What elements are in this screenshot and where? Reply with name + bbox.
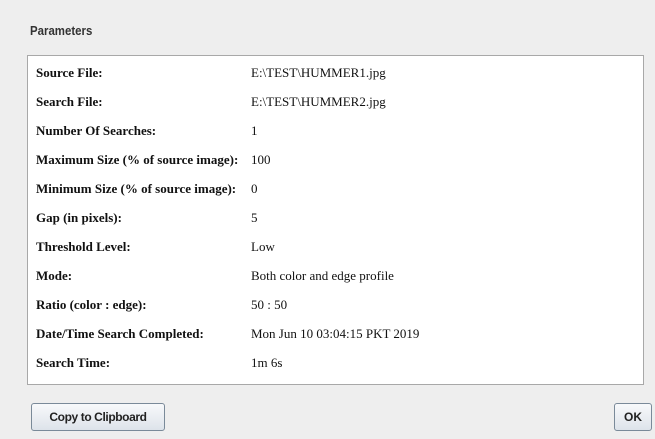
param-value: 100 (251, 152, 271, 167)
param-value: 5 (251, 210, 258, 225)
param-label: Mode: (36, 268, 73, 283)
param-label: Threshold Level: (36, 239, 131, 254)
param-value: 1m 6s (251, 355, 283, 370)
param-label: Gap (in pixels): (36, 210, 122, 225)
param-row-number-of-searches: Number Of Searches: 1 (28, 119, 643, 143)
param-value: 0 (251, 181, 258, 196)
param-value: 1 (251, 123, 258, 138)
parameters-dialog: Parameters Source File: E:\TEST\HUMMER1.… (0, 0, 655, 439)
param-row-date-time-completed: Date/Time Search Completed: Mon Jun 10 0… (28, 322, 643, 346)
param-row-minimum-size: Minimum Size (% of source image): 0 (28, 177, 643, 201)
param-value: Low (251, 239, 275, 254)
param-value: E:\TEST\HUMMER1.jpg (251, 65, 386, 80)
param-label: Source File: (36, 65, 103, 80)
param-row-threshold-level: Threshold Level: Low (28, 235, 643, 259)
param-label: Maximum Size (% of source image): (36, 152, 239, 167)
param-label: Minimum Size (% of source image): (36, 181, 237, 196)
param-label: Search File: (36, 94, 103, 109)
param-row-mode: Mode: Both color and edge profile (28, 264, 643, 288)
param-label: Ratio (color : edge): (36, 297, 147, 312)
param-label: Search Time: (36, 355, 111, 370)
parameters-panel: Source File: E:\TEST\HUMMER1.jpg Search … (27, 55, 644, 385)
param-row-search-time: Search Time: 1m 6s (28, 351, 643, 375)
param-value: Mon Jun 10 03:04:15 PKT 2019 (251, 326, 420, 341)
param-value: 50 : 50 (251, 297, 288, 312)
section-title: Parameters (30, 23, 93, 38)
ok-button[interactable]: OK (614, 403, 652, 431)
param-row-gap: Gap (in pixels): 5 (28, 206, 643, 230)
copy-to-clipboard-button[interactable]: Copy to Clipboard (31, 403, 165, 431)
param-value: E:\TEST\HUMMER2.jpg (251, 94, 386, 109)
param-row-ratio: Ratio (color : edge): 50 : 50 (28, 293, 643, 317)
param-label: Date/Time Search Completed: (36, 326, 204, 341)
param-label: Number Of Searches: (36, 123, 157, 138)
param-row-source-file: Source File: E:\TEST\HUMMER1.jpg (28, 61, 643, 85)
param-row-maximum-size: Maximum Size (% of source image): 100 (28, 148, 643, 172)
param-row-search-file: Search File: E:\TEST\HUMMER2.jpg (28, 90, 643, 114)
param-value: Both color and edge profile (251, 268, 394, 283)
